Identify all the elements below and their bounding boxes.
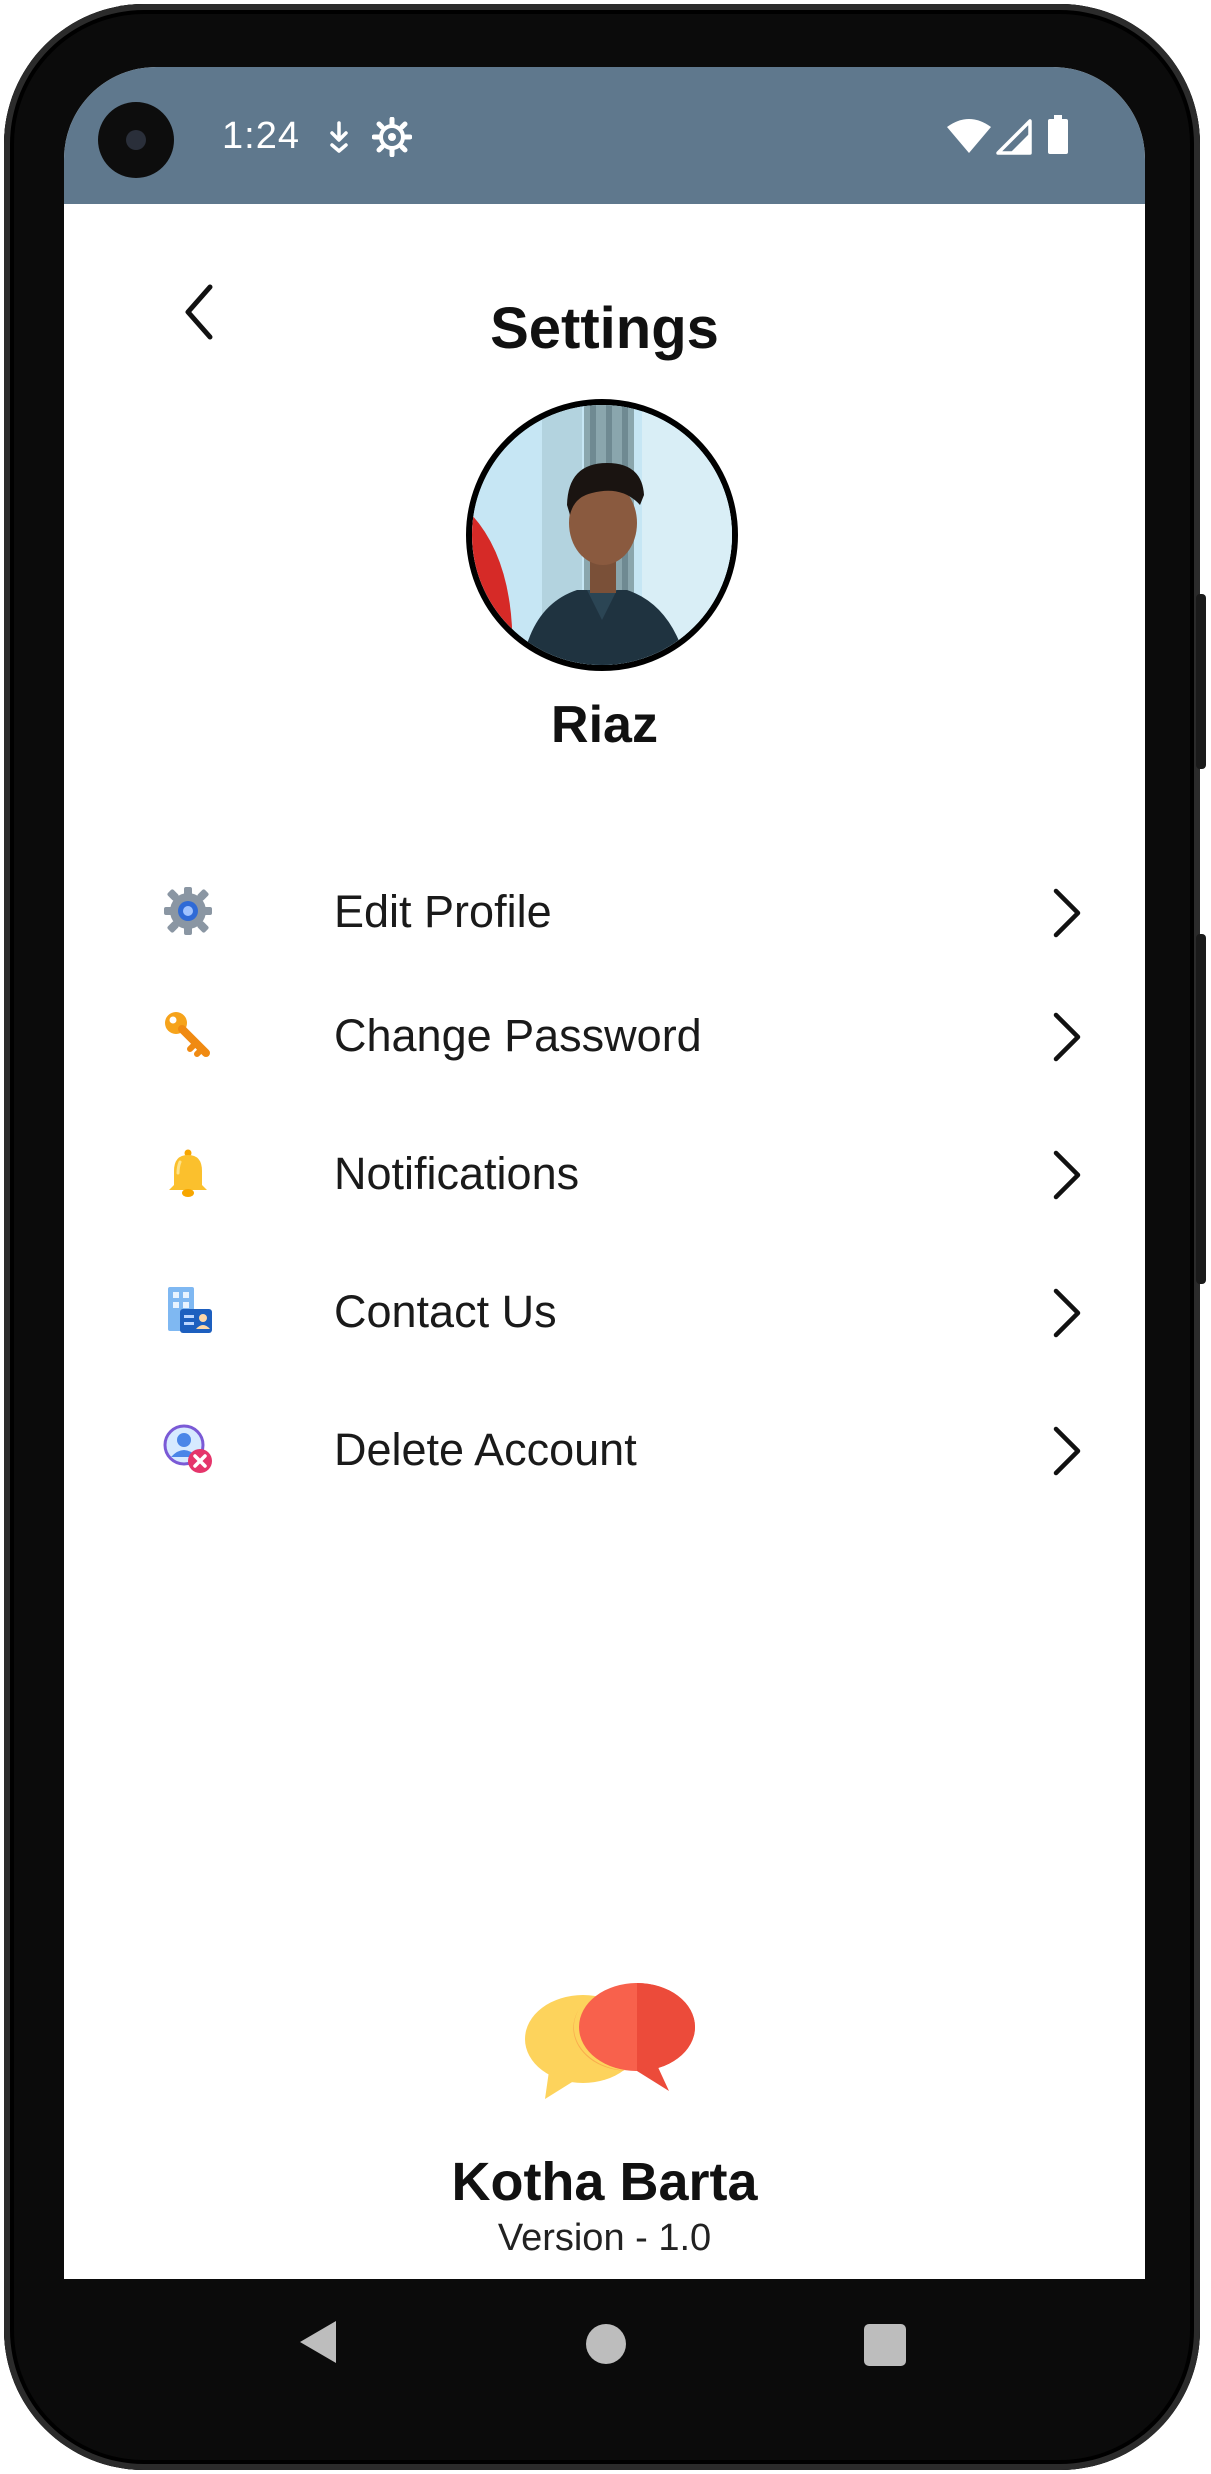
menu-item-label: Notifications [334, 1148, 580, 1199]
download-arrow-icon [324, 117, 354, 157]
profile-photo [472, 405, 732, 665]
settings-gear-icon [372, 117, 412, 157]
bell-icon [162, 1147, 214, 1199]
nav-home-icon[interactable] [586, 2324, 626, 2364]
menu-item-contact-us[interactable]: Contact Us [152, 1260, 1112, 1360]
gear-icon [162, 885, 214, 937]
chevron-right-icon [1044, 1285, 1088, 1341]
menu-item-label: Edit Profile [334, 886, 552, 937]
nav-recents-icon[interactable] [864, 2324, 906, 2366]
menu-item-label: Change Password [334, 1010, 702, 1061]
app-version: Version - 1.0 [497, 2217, 712, 2259]
volume-button [1196, 594, 1206, 769]
chevron-right-icon [1044, 1009, 1088, 1065]
key-icon [162, 1009, 214, 1061]
contact-card-icon [162, 1285, 214, 1337]
chevron-right-icon [1044, 1423, 1088, 1479]
menu-item-edit-profile[interactable]: Edit Profile [152, 860, 1112, 960]
device-stage: 1:24 Settings Riaz Edit Profile Change P… [0, 0, 1211, 2474]
battery-icon [1047, 115, 1069, 155]
power-button [1196, 934, 1206, 1284]
front-camera [98, 102, 174, 178]
wifi-icon [947, 119, 991, 155]
page-title: Settings [490, 296, 719, 361]
menu-item-label: Delete Account [334, 1424, 637, 1475]
avatar[interactable] [466, 399, 738, 671]
chevron-right-icon [1044, 885, 1088, 941]
menu-item-label: Contact Us [334, 1286, 557, 1337]
menu-item-delete-account[interactable]: Delete Account [152, 1398, 1112, 1498]
chat-bubbles-icon [521, 1979, 697, 2103]
app-name: Kotha Barta [451, 2152, 758, 2212]
navigation-bar [4, 2279, 1200, 2429]
profile-name: Riaz [551, 696, 658, 754]
phone-frame: 1:24 Settings Riaz Edit Profile Change P… [4, 4, 1206, 2470]
signal-icon [996, 119, 1032, 155]
app-screen: 1:24 Settings Riaz Edit Profile Change P… [64, 67, 1145, 2279]
status-time: 1:24 [222, 115, 300, 157]
chevron-right-icon [1044, 1147, 1088, 1203]
menu-item-notifications[interactable]: Notifications [152, 1122, 1112, 1222]
delete-user-icon [162, 1423, 214, 1475]
nav-back-icon[interactable] [296, 2317, 340, 2372]
menu-item-change-password[interactable]: Change Password [152, 984, 1112, 1084]
status-bar: 1:24 [64, 67, 1145, 204]
